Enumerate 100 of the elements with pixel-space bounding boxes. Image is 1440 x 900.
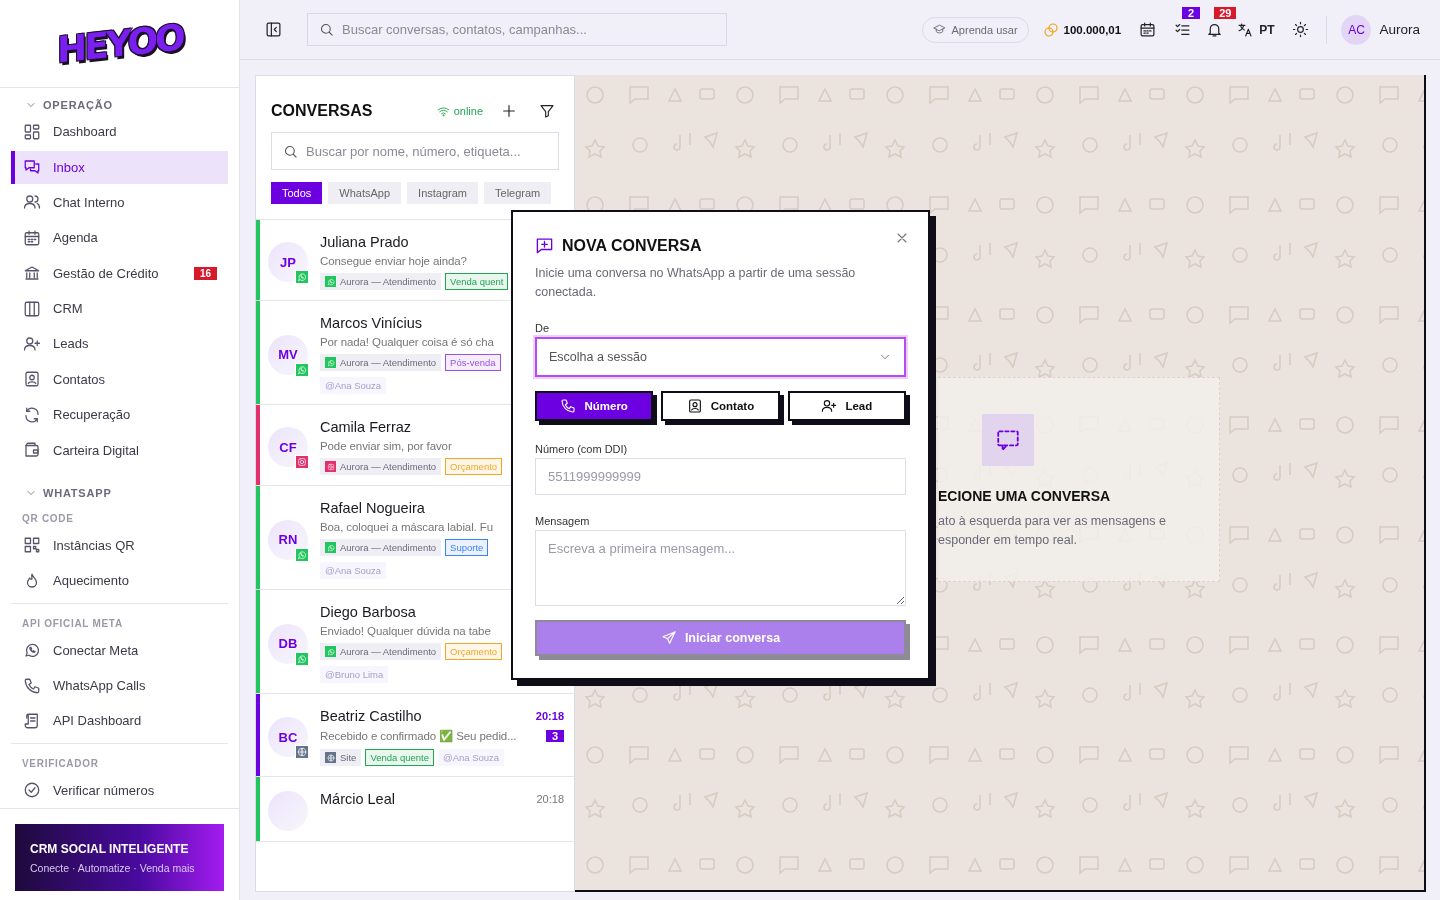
contact-avatar: CF (268, 427, 308, 467)
message-field[interactable]: Escreva a primeira mensagem... (535, 530, 906, 606)
nav-item[interactable]: Conectar Meta (11, 633, 228, 667)
whatsapp-icon (326, 543, 335, 552)
nav-item[interactable]: Leads (11, 327, 228, 361)
logo[interactable]: HEYOO (52, 14, 187, 73)
promo-subtitle: Conecte · Automatize · Venda mais (30, 861, 196, 874)
message-preview: Boa, coloquei a máscara labial. Fu (320, 521, 494, 533)
globe-icon (297, 747, 307, 757)
nav-item[interactable]: Chat Interno (11, 185, 228, 219)
sun-icon (1291, 21, 1309, 38)
globe-icon (326, 753, 335, 762)
qr-code-icon (23, 536, 41, 555)
message-plus-icon (535, 236, 554, 255)
nav-item[interactable]: Dashboard (11, 115, 228, 149)
wallet-icon (23, 441, 41, 460)
filter-tab[interactable]: Instagram (407, 182, 479, 204)
source-tag: Site (320, 749, 362, 766)
message-preview: Por nada! Qualquer coisa é só cha (320, 336, 494, 348)
contact-avatar (268, 791, 308, 831)
whatsapp-icon (297, 653, 307, 664)
instagram-icon (326, 462, 335, 471)
empty-state-text: ato à esquerda para ver as mensagens e (938, 513, 1166, 530)
phone-icon (23, 676, 41, 695)
dashboard-icon (23, 122, 41, 141)
nav-item[interactable]: Carteira Digital (11, 433, 228, 467)
user-plus-icon (821, 398, 838, 414)
instagram-icon (297, 457, 307, 467)
source-tag: Aurora — Atendimento (320, 273, 442, 290)
user-name: Aurora (1379, 22, 1420, 37)
count-badge: 29 (1214, 6, 1237, 19)
language-button[interactable]: PT (1237, 21, 1275, 38)
empty-state-title: ECIONE UMA CONVERSA (938, 488, 1111, 504)
send-icon (660, 630, 677, 646)
phone-number-field[interactable]: 5511999999999 (535, 458, 906, 495)
contact-name: Beatriz Castilho (320, 708, 422, 724)
bank-icon (23, 264, 41, 283)
label-tag: Venda quente (365, 749, 435, 766)
mention-tag: @Ana Souza (320, 377, 387, 394)
label-tag: Pós-venda (445, 354, 501, 371)
section-header[interactable]: OPERAÇÃO (11, 96, 228, 114)
group-label: VERIFICADOR (22, 757, 99, 769)
filter-tab[interactable]: Todos (271, 182, 323, 204)
field-label: Mensagem (535, 515, 591, 527)
session-select[interactable]: Escolha a sessão (535, 337, 906, 377)
contact-avatar: JP (268, 242, 308, 282)
nav-item[interactable]: Inbox (11, 150, 228, 184)
sidebar-panel-icon (264, 21, 282, 38)
contact-avatar: DB (268, 623, 308, 664)
contact-name: Márcio Leal (320, 791, 395, 807)
nav-item[interactable]: Recuperação (11, 398, 228, 432)
check-circle-icon (23, 781, 41, 800)
nav-item[interactable]: Aquecimento (11, 564, 228, 598)
nav-item[interactable]: Contatos (11, 362, 228, 396)
filter-tab[interactable]: Telegram (484, 182, 552, 204)
nav-item[interactable]: API Dashboard (11, 704, 228, 738)
label-tag: Venda quent (445, 273, 509, 290)
filter-icon (539, 103, 555, 119)
filter-tab[interactable]: WhatsApp (328, 182, 402, 204)
dashed-chat-icon (995, 427, 1021, 453)
scroll-icon (23, 711, 41, 730)
calendar-icon (23, 228, 41, 247)
source-tag: Aurora — Atendimento (320, 458, 442, 475)
contact-name: Camila Ferraz (320, 419, 412, 435)
user-plus-icon (23, 334, 41, 353)
message-preview: Recebido e confirmado ✅ Seu pedid... (320, 729, 517, 743)
search-field[interactable]: Buscar conversas, contatos, campanhas... (307, 13, 727, 46)
message-preview: Enviado! Qualquer dúvida na tabe (320, 625, 491, 637)
promo-banner[interactable]: CRM SOCIAL INTELIGENTE Conecte · Automatize · Venda mais (15, 824, 224, 891)
whatsapp-icon (297, 272, 307, 282)
contact-card-icon (23, 370, 41, 389)
nav-item[interactable]: Agenda (11, 221, 228, 255)
group-label: QR CODE (22, 512, 74, 524)
user-avatar[interactable]: AC (1341, 14, 1372, 45)
nav-item[interactable]: WhatsApp Calls (11, 669, 228, 703)
contact-card-icon (686, 398, 703, 414)
mention-tag: @Ana Souza (438, 749, 505, 766)
whatsapp-icon (297, 364, 307, 375)
contact-name: Diego Barbosa (320, 604, 416, 620)
panel-title: CONVERSAS (271, 102, 373, 120)
nav-item[interactable]: CRM (11, 292, 228, 326)
connection-status: online (436, 104, 483, 118)
mention-tag: @Bruno Lima (320, 666, 389, 683)
section-header[interactable]: WHATSAPP (11, 483, 228, 502)
nav-item[interactable]: Instâncias QR (11, 528, 228, 562)
label-tag: Orçamento (445, 458, 503, 475)
graduation-cap-icon (932, 23, 946, 36)
coins-icon (1042, 21, 1059, 38)
mention-tag: @Ana Souza (320, 562, 387, 579)
message-time: 20:18 (536, 793, 564, 805)
nav-item[interactable]: Verificar números (11, 773, 228, 807)
nav-item[interactable]: Gestão de Crédito 16 (11, 256, 228, 290)
source-tag: Aurora — Atendimento (320, 539, 442, 556)
count-badge: 2 (1182, 6, 1201, 19)
whatsapp-icon (326, 358, 335, 367)
whatsapp-icon (326, 277, 335, 286)
users-icon (23, 193, 41, 212)
search-field[interactable]: Buscar por nome, número, etiqueta... (271, 132, 559, 170)
phone-icon (560, 398, 577, 414)
dialog-title: NOVA CONVERSA (562, 236, 702, 255)
